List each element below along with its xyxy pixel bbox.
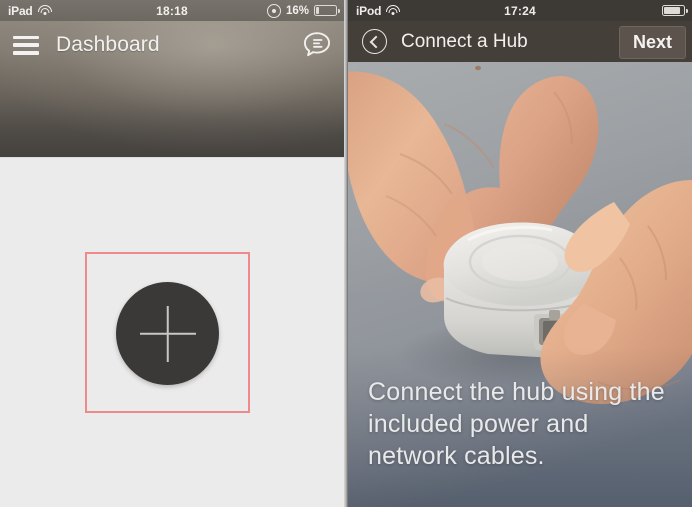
instruction-caption: Connect the hub using the included power…: [368, 378, 665, 470]
right-status-time: 17:24: [504, 3, 536, 18]
left-header: Dashboard: [0, 21, 344, 157]
left-status-right-group: 16%: [266, 3, 340, 18]
page-title: Dashboard: [56, 33, 160, 56]
battery-icon: [314, 5, 340, 16]
back-chevron-icon[interactable]: [362, 29, 387, 54]
hamburger-menu-icon[interactable]: [13, 35, 39, 55]
plus-icon-horizontal: [139, 332, 196, 335]
left-content-area: [0, 157, 344, 507]
right-page-title: Connect a Hub: [401, 30, 528, 52]
right-screen-connect-hub: iPod 17:24 Connect a Hub Next Connect th…: [348, 0, 692, 507]
add-device-button[interactable]: [116, 282, 219, 385]
dual-screenshot-container: iPad 18:18 16% Dashboard iPod 17:24 Conn…: [0, 0, 692, 507]
rotation-lock-icon: [266, 3, 281, 18]
left-status-bar: iPad 18:18 16%: [0, 0, 344, 21]
next-button[interactable]: Next: [618, 26, 686, 59]
battery-percent-label: 16%: [285, 4, 309, 17]
battery-icon: [662, 5, 688, 16]
right-header: Connect a Hub Next: [348, 21, 692, 62]
right-status-right-group: [662, 5, 688, 16]
right-status-bar: iPod 17:24: [348, 0, 692, 21]
left-screen-dashboard: iPad 18:18 16% Dashboard: [0, 0, 344, 507]
left-header-bar: Dashboard: [0, 21, 344, 69]
chat-bubble-icon[interactable]: [302, 31, 332, 60]
